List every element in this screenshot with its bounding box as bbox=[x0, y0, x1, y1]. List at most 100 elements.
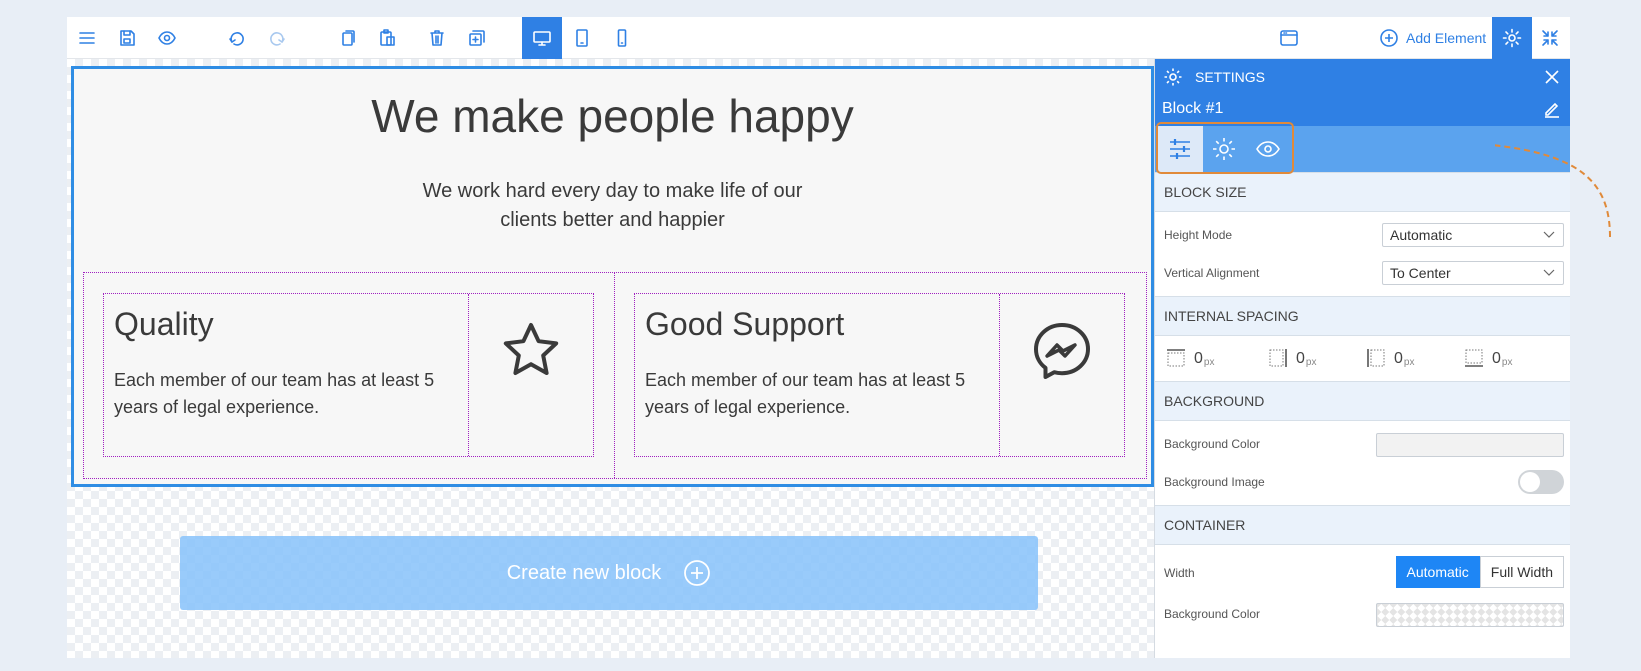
duplicate-button[interactable] bbox=[457, 17, 497, 59]
section-internal-spacing: INTERNAL SPACING bbox=[1155, 296, 1570, 336]
feature-icon-cell[interactable] bbox=[1000, 294, 1124, 456]
background-image-label: Background Image bbox=[1164, 475, 1265, 489]
feature-icon-cell[interactable] bbox=[469, 294, 593, 456]
create-new-block-label: Create new block bbox=[506, 561, 662, 584]
background-color-row: Background Color bbox=[1155, 425, 1570, 463]
settings-header: SETTINGS Block #1 bbox=[1155, 59, 1570, 126]
collapse-button[interactable] bbox=[1530, 17, 1570, 59]
page-builder-app: Add Element We make people happy We work… bbox=[67, 17, 1570, 658]
feature-description-line: years of legal experience. bbox=[114, 397, 320, 417]
paste-button[interactable] bbox=[367, 17, 407, 59]
feature-description: Each member of our team has at least 5 y… bbox=[114, 367, 458, 421]
tablet-view-button[interactable] bbox=[562, 17, 602, 59]
tab-highlight-annotation bbox=[1156, 122, 1294, 174]
eye-icon bbox=[158, 31, 176, 45]
vertical-alignment-label: Vertical Alignment bbox=[1164, 266, 1260, 280]
add-element-button[interactable]: Add Element bbox=[1379, 17, 1486, 59]
feature-title: Good Support bbox=[645, 306, 845, 342]
padding-left-unit: px bbox=[1403, 357, 1415, 368]
spacing-row: 0 px 0 px 0 px 0 px bbox=[1155, 336, 1570, 381]
vertical-alignment-select[interactable]: To Center bbox=[1382, 261, 1564, 285]
padding-top-icon bbox=[1167, 349, 1185, 367]
create-new-block-button[interactable]: Create new block bbox=[180, 536, 1038, 610]
feature-row[interactable]: Quality Each member of our team has at l… bbox=[83, 272, 1147, 479]
width-option-automatic[interactable]: Automatic bbox=[1395, 556, 1480, 588]
browser-window-icon bbox=[1280, 30, 1298, 46]
copy-button[interactable] bbox=[327, 17, 367, 59]
feature-title: Quality bbox=[114, 306, 214, 342]
paste-icon bbox=[380, 29, 395, 46]
container-background-color-row: Background Color bbox=[1155, 595, 1570, 633]
feature-card[interactable]: Quality Each member of our team has at l… bbox=[103, 293, 594, 457]
feature-description: Each member of our team has at least 5 y… bbox=[645, 367, 989, 421]
top-toolbar: Add Element bbox=[67, 17, 1570, 59]
feature-description-line: Each member of our team has at least 5 bbox=[645, 370, 966, 390]
block-subtitle-line: We work hard every day to make life of o… bbox=[422, 180, 803, 202]
container-background-color-label: Background Color bbox=[1164, 607, 1261, 621]
feature-column[interactable]: Quality Each member of our team has at l… bbox=[84, 273, 614, 478]
menu-button[interactable] bbox=[67, 17, 107, 59]
save-icon bbox=[120, 30, 135, 46]
undo-icon bbox=[229, 32, 244, 46]
mobile-view-button[interactable] bbox=[602, 17, 642, 59]
close-icon bbox=[1545, 70, 1559, 84]
toggle-knob bbox=[1520, 472, 1540, 492]
desktop-icon bbox=[533, 31, 551, 46]
feature-column[interactable]: Good Support Each member of our team has… bbox=[614, 273, 1144, 478]
feature-card[interactable]: Good Support Each member of our team has… bbox=[634, 293, 1125, 457]
width-segmented-control: Automatic Full Width bbox=[1395, 556, 1564, 588]
layout-button[interactable] bbox=[1269, 17, 1309, 59]
settings-title: SETTINGS bbox=[1195, 69, 1266, 85]
undo-button[interactable] bbox=[217, 17, 257, 59]
feature-text-cell[interactable]: Quality Each member of our team has at l… bbox=[104, 294, 469, 456]
close-settings-button[interactable] bbox=[1542, 67, 1562, 92]
menu-icon bbox=[79, 32, 95, 44]
padding-right-icon bbox=[1269, 349, 1287, 367]
background-image-row: Background Image bbox=[1155, 463, 1570, 501]
container-background-color-picker[interactable] bbox=[1376, 603, 1564, 627]
background-image-toggle[interactable] bbox=[1518, 470, 1564, 494]
section-container: CONTAINER bbox=[1155, 505, 1570, 545]
save-button[interactable] bbox=[107, 17, 147, 59]
padding-bottom-field[interactable]: 0 px bbox=[1464, 348, 1512, 368]
padding-left-value: 0 bbox=[1394, 350, 1403, 367]
rename-block-button[interactable] bbox=[1542, 99, 1562, 124]
width-option-full-width[interactable]: Full Width bbox=[1479, 556, 1564, 588]
width-label: Width bbox=[1164, 566, 1195, 580]
block-title[interactable]: We make people happy bbox=[74, 89, 1151, 143]
mobile-icon bbox=[617, 29, 627, 47]
block-name: Block #1 bbox=[1162, 100, 1224, 117]
padding-top-unit: px bbox=[1203, 357, 1215, 368]
preview-button[interactable] bbox=[147, 17, 187, 59]
delete-button[interactable] bbox=[417, 17, 457, 59]
padding-left-field[interactable]: 0 px bbox=[1366, 348, 1414, 368]
section-background: BACKGROUND bbox=[1155, 381, 1570, 421]
chevron-down-icon bbox=[1543, 269, 1555, 276]
background-color-picker[interactable] bbox=[1376, 433, 1564, 457]
padding-right-value: 0 bbox=[1296, 350, 1305, 367]
duplicate-icon bbox=[469, 30, 485, 46]
padding-bottom-icon bbox=[1465, 349, 1483, 367]
padding-top-field[interactable]: 0 px bbox=[1166, 348, 1214, 368]
messenger-icon bbox=[1034, 323, 1090, 379]
block-subtitle[interactable]: We work hard every day to make life of o… bbox=[74, 177, 1151, 235]
tablet-icon bbox=[576, 29, 588, 47]
padding-right-unit: px bbox=[1305, 357, 1317, 368]
annotation-arrow bbox=[1495, 144, 1611, 238]
collapse-icon bbox=[1542, 30, 1558, 46]
padding-bottom-unit: px bbox=[1501, 357, 1513, 368]
height-mode-label: Height Mode bbox=[1164, 228, 1233, 242]
feature-description-line: years of legal experience. bbox=[645, 397, 851, 417]
feature-text-cell[interactable]: Good Support Each member of our team has… bbox=[635, 294, 1000, 456]
redo-button[interactable] bbox=[257, 17, 297, 59]
vertical-alignment-row: Vertical Alignment To Center bbox=[1155, 254, 1570, 292]
star-icon bbox=[503, 323, 559, 375]
desktop-view-button[interactable] bbox=[522, 17, 562, 59]
block-subtitle-line: clients better and happier bbox=[500, 209, 725, 231]
content-block[interactable]: We make people happy We work hard every … bbox=[71, 66, 1154, 487]
settings-toggle-button[interactable] bbox=[1492, 17, 1532, 59]
padding-right-field[interactable]: 0 px bbox=[1268, 348, 1316, 368]
gear-icon bbox=[1502, 28, 1522, 48]
gear-icon bbox=[1163, 67, 1183, 87]
height-mode-value: Automatic bbox=[1390, 227, 1453, 243]
